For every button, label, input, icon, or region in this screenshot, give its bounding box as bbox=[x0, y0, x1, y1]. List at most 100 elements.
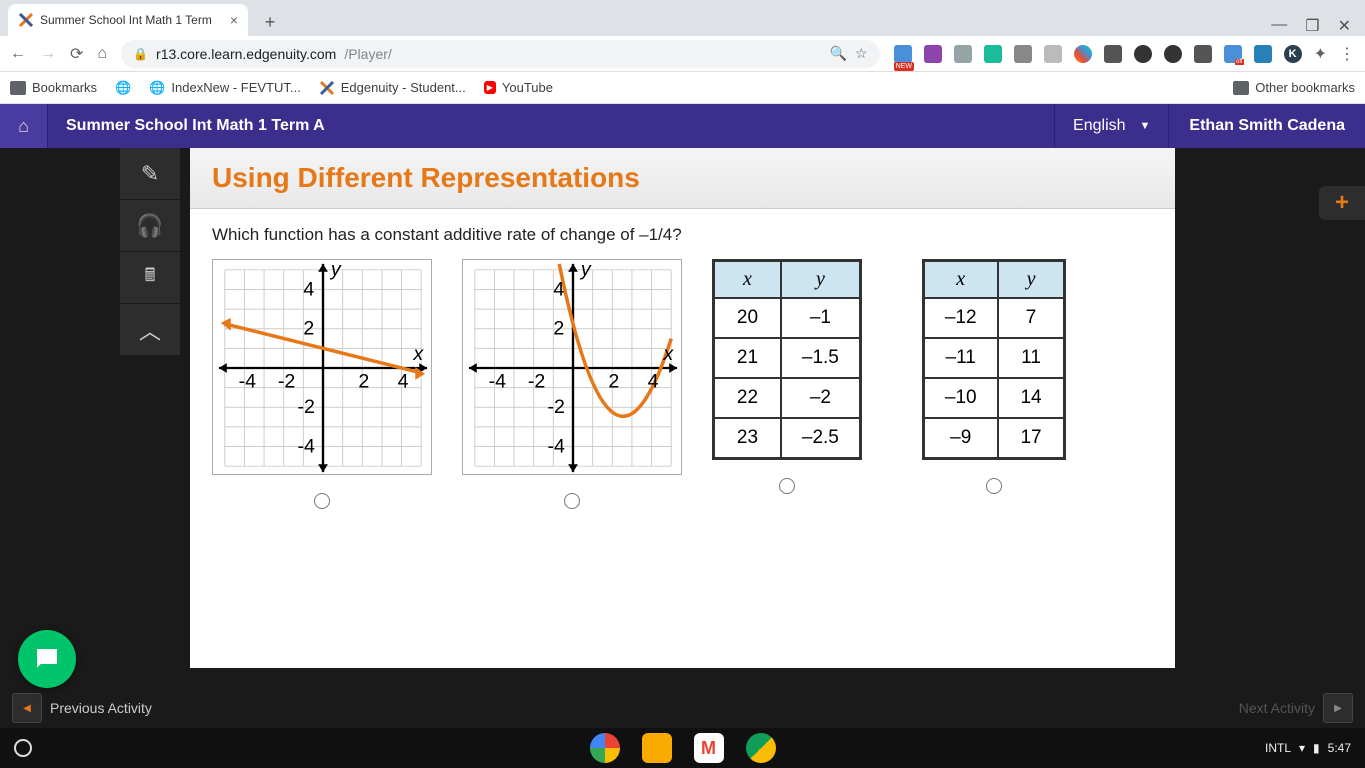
highlighter-tool[interactable]: ✎ bbox=[120, 148, 180, 200]
tool-rail: ✎ 🎧 🖩 ︿ bbox=[120, 148, 180, 688]
table-d: xy –127 –1111 –1014 –917 bbox=[922, 259, 1067, 460]
url-path: /Player/ bbox=[344, 46, 391, 62]
folder-icon bbox=[10, 81, 26, 95]
ext-new[interactable]: NEW bbox=[894, 45, 912, 63]
star-icon[interactable]: ☆ bbox=[855, 45, 868, 62]
url-host: r13.core.learn.edgenuity.com bbox=[156, 46, 336, 62]
extensions-area: NEW off K ✦ ⋮ bbox=[894, 44, 1355, 64]
prev-activity-label: Previous Activity bbox=[50, 700, 152, 716]
svg-text:x: x bbox=[662, 343, 674, 365]
option-d-radio[interactable] bbox=[986, 478, 1002, 494]
content-wrap: Using Different Representations Which fu… bbox=[180, 148, 1174, 688]
folder-icon bbox=[1233, 81, 1249, 95]
bookmark-indexnew[interactable]: 🌐IndexNew - FEVTUT... bbox=[149, 80, 301, 96]
prev-activity-button[interactable]: ◀ bbox=[12, 693, 42, 723]
graph-parabola: -4-224 24-2-4 xy bbox=[462, 259, 682, 475]
app-home-button[interactable]: ⌂ bbox=[0, 104, 48, 148]
option-a-radio[interactable] bbox=[314, 493, 330, 509]
bookmarks-bar: Bookmarks 🌐 🌐IndexNew - FEVTUT... Edgenu… bbox=[0, 72, 1365, 104]
table-row: –1014 bbox=[923, 378, 1065, 418]
svg-text:4: 4 bbox=[553, 278, 564, 300]
plus-icon: + bbox=[1335, 189, 1349, 217]
lesson-header: Using Different Representations bbox=[190, 148, 1175, 209]
chat-button[interactable] bbox=[18, 630, 76, 688]
table-row: –917 bbox=[923, 418, 1065, 459]
browser-tab-active[interactable]: Summer School Int Math 1 Term × bbox=[8, 4, 248, 36]
collapse-tool[interactable]: ︿ bbox=[120, 304, 180, 356]
add-note-button[interactable]: + bbox=[1319, 186, 1365, 220]
ext-screencast-icon[interactable] bbox=[984, 45, 1002, 63]
extensions-puzzle-icon[interactable]: ✦ bbox=[1314, 44, 1327, 64]
ext-gray-icon[interactable] bbox=[954, 45, 972, 63]
globe-icon: 🌐 bbox=[149, 80, 165, 96]
drive-app-icon[interactable] bbox=[746, 733, 776, 763]
status-tray[interactable]: INTL ▾ ▮ 5:47 bbox=[1265, 741, 1351, 755]
read-aloud-tool[interactable]: 🎧 bbox=[120, 200, 180, 252]
launcher-button[interactable] bbox=[14, 739, 32, 757]
table-row: 21–1.5 bbox=[714, 338, 861, 378]
edgenuity-favicon-icon bbox=[18, 12, 34, 28]
table-row: 22–2 bbox=[714, 378, 861, 418]
bookmarks-folder[interactable]: Bookmarks bbox=[10, 80, 97, 95]
svg-text:2: 2 bbox=[303, 318, 314, 340]
ext-play-icon[interactable] bbox=[1194, 45, 1212, 63]
svg-text:-2: -2 bbox=[278, 371, 295, 393]
other-bookmarks[interactable]: Other bookmarks bbox=[1233, 80, 1355, 95]
question-text: Which function has a constant additive r… bbox=[212, 225, 1153, 245]
bookmark-edgenuity[interactable]: Edgenuity - Student... bbox=[319, 80, 466, 96]
option-b-radio[interactable] bbox=[564, 493, 580, 509]
back-icon[interactable]: ← bbox=[10, 45, 26, 63]
svg-text:-4: -4 bbox=[239, 371, 257, 393]
ext-robot-icon[interactable] bbox=[1014, 45, 1032, 63]
ext-shield2-icon[interactable] bbox=[1164, 45, 1182, 63]
bookmark-youtube[interactable]: ▶YouTube bbox=[484, 80, 553, 95]
language-dropdown[interactable]: English ▼ bbox=[1054, 104, 1169, 148]
lesson-title: Using Different Representations bbox=[212, 162, 1153, 194]
table-row: 20–1 bbox=[714, 298, 861, 338]
ext-shield1-icon[interactable] bbox=[1134, 45, 1152, 63]
ext-v-icon[interactable] bbox=[1254, 45, 1272, 63]
browser-toolbar: ← → ⟳ ⌂ 🔒 r13.core.learn.edgenuity.com/P… bbox=[0, 36, 1365, 72]
window-controls: — ❐ ✕ bbox=[1271, 16, 1365, 36]
content-page: Using Different Representations Which fu… bbox=[190, 148, 1175, 668]
svg-text:4: 4 bbox=[303, 278, 314, 300]
table-c: xy 20–1 21–1.5 22–2 23–2.5 bbox=[712, 259, 862, 460]
headphones-icon: 🎧 bbox=[136, 213, 163, 239]
ext-doc-icon[interactable] bbox=[1104, 45, 1122, 63]
language-label: English bbox=[1073, 117, 1125, 135]
ext-color-icon[interactable] bbox=[1074, 45, 1092, 63]
next-activity-button[interactable]: ▶ bbox=[1323, 693, 1353, 723]
svg-text:2: 2 bbox=[358, 371, 369, 393]
calculator-tool[interactable]: 🖩 bbox=[120, 252, 180, 304]
home-icon[interactable]: ⌂ bbox=[97, 45, 107, 63]
classroom-app-icon[interactable] bbox=[642, 733, 672, 763]
address-bar[interactable]: 🔒 r13.core.learn.edgenuity.com/Player/ 🔍… bbox=[121, 40, 880, 68]
triangle-left-icon: ◀ bbox=[23, 703, 31, 714]
ext-off-icon[interactable]: off bbox=[1224, 45, 1242, 63]
ext-arrow-icon[interactable] bbox=[1044, 45, 1062, 63]
chrome-app-icon[interactable] bbox=[590, 733, 620, 763]
zoom-icon[interactable]: 🔍 bbox=[830, 45, 847, 62]
close-tab-icon[interactable]: × bbox=[230, 12, 238, 28]
calculator-icon: 🖩 bbox=[145, 263, 156, 293]
gmail-app-icon[interactable]: M bbox=[694, 733, 724, 763]
edgenuity-icon bbox=[319, 80, 335, 96]
question-area: Which function has a constant additive r… bbox=[190, 209, 1175, 525]
ext-purple-icon[interactable] bbox=[924, 45, 942, 63]
ext-k-icon[interactable]: K bbox=[1284, 45, 1302, 63]
svg-text:-4: -4 bbox=[489, 371, 507, 393]
close-window-icon[interactable]: ✕ bbox=[1338, 16, 1351, 36]
main-area: ✎ 🎧 🖩 ︿ Using Different Representations … bbox=[0, 148, 1365, 688]
new-tab-button[interactable]: + bbox=[256, 8, 284, 36]
wifi-icon: ▾ bbox=[1299, 741, 1305, 755]
triangle-right-icon: ▶ bbox=[1334, 703, 1342, 714]
maximize-icon[interactable]: ❐ bbox=[1305, 16, 1319, 36]
reload-icon[interactable]: ⟳ bbox=[70, 44, 83, 64]
table-row: 23–2.5 bbox=[714, 418, 861, 459]
svg-text:y: y bbox=[329, 260, 342, 281]
option-c-radio[interactable] bbox=[779, 478, 795, 494]
browser-menu-icon[interactable]: ⋮ bbox=[1339, 44, 1355, 64]
minimize-icon[interactable]: — bbox=[1271, 16, 1287, 36]
bookmark-globe1[interactable]: 🌐 bbox=[115, 80, 131, 96]
forward-icon[interactable]: → bbox=[40, 45, 56, 63]
